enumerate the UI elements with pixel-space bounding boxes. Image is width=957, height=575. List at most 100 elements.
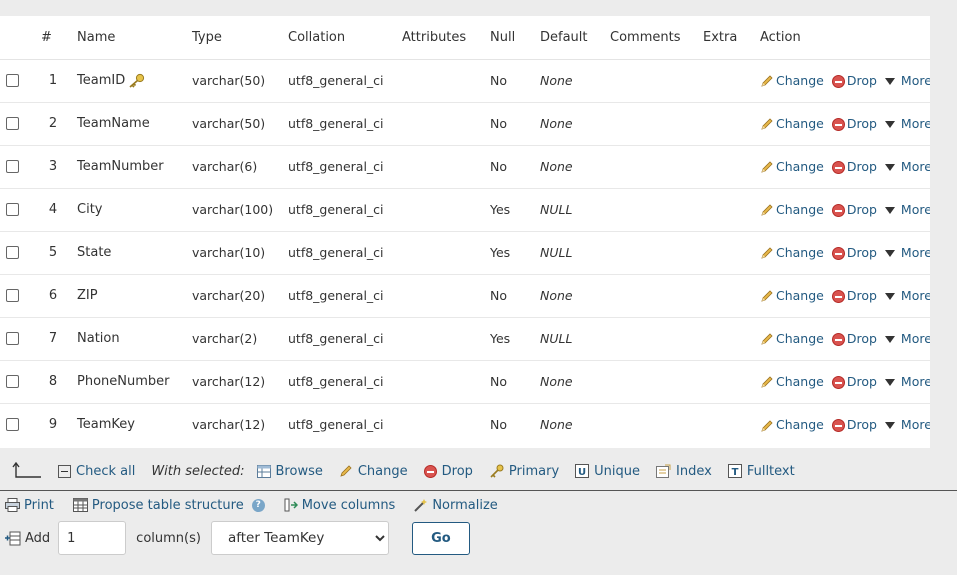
change-link[interactable]: Change	[776, 331, 824, 346]
change-link[interactable]: Change	[776, 417, 824, 432]
propose-structure-link[interactable]: Propose table structure	[92, 498, 244, 513]
pencil-icon	[761, 161, 773, 173]
go-button[interactable]: Go	[411, 521, 470, 555]
header-extra[interactable]: Extra	[697, 16, 754, 60]
more-link[interactable]: More	[901, 116, 930, 131]
more-link[interactable]: More	[901, 374, 930, 389]
row-number: 7	[35, 317, 71, 361]
bulk-primary-button[interactable]: Primary	[509, 464, 559, 479]
more-link[interactable]: More	[901, 159, 930, 174]
column-name-cell: TeamKey	[71, 403, 186, 446]
bulk-index-button[interactable]: Index	[676, 464, 712, 479]
row-checkbox[interactable]	[6, 203, 19, 216]
column-name: TeamNumber	[77, 159, 164, 174]
change-link[interactable]: Change	[776, 159, 824, 174]
more-link[interactable]: More	[901, 245, 930, 260]
column-null: Yes	[484, 231, 534, 275]
move-columns-link[interactable]: Move columns	[302, 498, 396, 513]
row-actions: Change Drop More	[754, 102, 930, 146]
pencil-icon	[340, 465, 352, 477]
column-name-cell: TeamID	[71, 59, 186, 103]
column-extra	[697, 188, 754, 232]
drop-link[interactable]: Drop	[847, 202, 877, 217]
row-checkbox[interactable]	[6, 246, 19, 259]
header-null[interactable]: Null	[484, 16, 534, 60]
row-checkbox[interactable]	[6, 375, 19, 388]
column-position-select[interactable]: after TeamKey	[210, 521, 389, 555]
print-link[interactable]: Print	[24, 498, 54, 513]
normalize-link[interactable]: Normalize	[432, 498, 497, 513]
header-comments[interactable]: Comments	[604, 16, 697, 60]
column-count-input[interactable]	[58, 521, 127, 555]
row-checkbox[interactable]	[6, 332, 19, 345]
more-link[interactable]: More	[901, 73, 930, 88]
column-extra	[697, 403, 754, 446]
column-default: NULL	[534, 188, 604, 232]
column-type: varchar(2)	[186, 317, 282, 361]
index-icon	[656, 464, 671, 478]
change-link[interactable]: Change	[776, 73, 824, 88]
drop-link[interactable]: Drop	[847, 288, 877, 303]
column-extra	[697, 145, 754, 189]
drop-link[interactable]: Drop	[847, 73, 877, 88]
uncheck-box-icon[interactable]	[58, 464, 71, 478]
bulk-fulltext-button[interactable]: Fulltext	[747, 464, 795, 479]
table-row: 5 State varchar(10) utf8_general_ci Yes …	[0, 231, 930, 275]
drop-link[interactable]: Drop	[847, 331, 877, 346]
drop-link[interactable]: Drop	[847, 417, 877, 432]
caret-down-icon	[884, 292, 895, 300]
row-actions: Change Drop More	[754, 274, 930, 318]
change-link[interactable]: Change	[776, 245, 824, 260]
row-checkbox[interactable]	[6, 418, 19, 432]
columns-label: column(s)	[136, 530, 201, 546]
change-link[interactable]: Change	[776, 116, 824, 131]
column-null: Yes	[484, 317, 534, 361]
column-name: Nation	[77, 331, 120, 346]
table-row: 8 PhoneNumber varchar(12) utf8_general_c…	[0, 360, 930, 404]
primary-key-icon	[129, 73, 145, 88]
drop-icon	[831, 117, 845, 131]
header-collation[interactable]: Collation	[282, 16, 396, 60]
row-checkbox[interactable]	[6, 74, 19, 87]
header-default[interactable]: Default	[534, 16, 604, 60]
more-link[interactable]: More	[901, 202, 930, 217]
table-row: 4 City varchar(100) utf8_general_ci Yes …	[0, 188, 930, 232]
row-actions: Change Drop More	[754, 317, 930, 361]
change-link[interactable]: Change	[776, 202, 824, 217]
row-checkbox[interactable]	[6, 160, 19, 173]
row-checkbox[interactable]	[6, 117, 19, 130]
drop-link[interactable]: Drop	[847, 116, 877, 131]
section-divider	[0, 490, 957, 491]
header-name[interactable]: Name	[71, 16, 186, 60]
bulk-drop-button[interactable]: Drop	[442, 464, 473, 479]
column-type: varchar(100)	[186, 188, 282, 232]
bulk-browse-button[interactable]: Browse	[276, 464, 323, 479]
drop-icon	[831, 160, 845, 174]
check-all-control[interactable]: Check all	[58, 464, 135, 479]
more-link[interactable]: More	[901, 417, 930, 432]
change-link[interactable]: Change	[776, 288, 824, 303]
check-all-link[interactable]: Check all	[76, 464, 135, 479]
drop-link[interactable]: Drop	[847, 159, 877, 174]
column-type: varchar(20)	[186, 274, 282, 318]
drop-link[interactable]: Drop	[847, 374, 877, 389]
header-attributes[interactable]: Attributes	[396, 16, 484, 60]
row-actions: Change Drop More	[754, 231, 930, 275]
more-link[interactable]: More	[901, 288, 930, 303]
column-default: NULL	[534, 317, 604, 361]
header-num[interactable]: #	[35, 16, 71, 60]
column-name: City	[77, 202, 103, 217]
column-type: varchar(10)	[186, 231, 282, 275]
svg-text:T: T	[731, 467, 738, 478]
more-link[interactable]: More	[901, 331, 930, 346]
row-checkbox[interactable]	[6, 289, 19, 302]
header-type[interactable]: Type	[186, 16, 282, 60]
drop-link[interactable]: Drop	[847, 245, 877, 260]
column-null: No	[484, 274, 534, 318]
bulk-change-button[interactable]: Change	[358, 464, 408, 479]
column-comments	[604, 231, 697, 275]
bulk-unique-button[interactable]: Unique	[594, 464, 640, 479]
help-icon[interactable]: ?	[251, 498, 265, 512]
column-null: No	[490, 417, 507, 433]
change-link[interactable]: Change	[776, 374, 824, 389]
